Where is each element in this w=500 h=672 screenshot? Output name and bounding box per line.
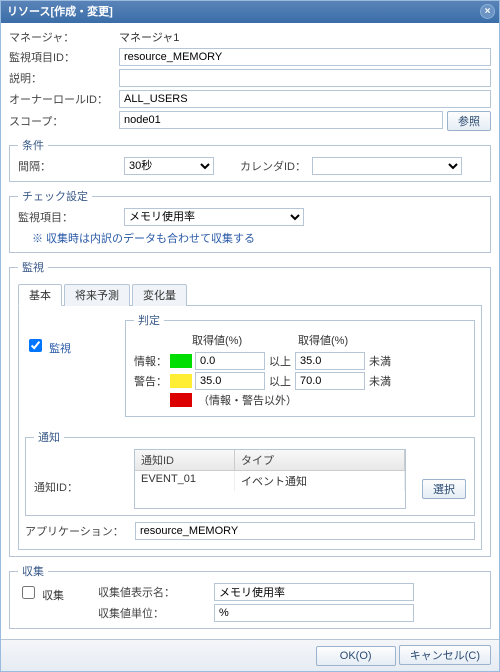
- tabs: 基本 将来予測 変化量: [18, 283, 482, 306]
- scope-browse-button[interactable]: 参照: [447, 111, 491, 131]
- application-label: アプリケーション：: [25, 523, 135, 539]
- notify-table: 通知ID タイプ EVENT_01 イベント通知: [134, 449, 406, 509]
- collect-legend: 収集: [18, 563, 48, 579]
- dialog: リソース[作成・変更] × マネージャ： マネージャ1 監視項目ID： 説明： …: [0, 0, 500, 672]
- collect-checkbox[interactable]: [22, 586, 35, 599]
- interval-select[interactable]: 30秒: [124, 157, 214, 175]
- notify-col-id: 通知ID: [135, 450, 235, 470]
- check-fieldset: チェック設定 監視項目： メモリ使用率 ※ 収集時は内訳のデータも合わせて収集す…: [9, 188, 491, 253]
- judgment-legend: 判定: [134, 312, 164, 328]
- collect-check-label: 収集: [42, 590, 64, 602]
- warn-trail: 未満: [365, 373, 391, 389]
- monitor-check-label: 監視: [49, 343, 71, 355]
- monitor-fieldset: 監視 基本 将来予測 変化量 監視 判定: [9, 259, 491, 557]
- tab-future[interactable]: 将来予測: [64, 284, 130, 306]
- tab-change[interactable]: 変化量: [132, 284, 187, 306]
- warn-high-input[interactable]: [295, 372, 365, 390]
- notify-select-button[interactable]: 選択: [422, 479, 466, 499]
- tab-basic[interactable]: 基本: [18, 284, 62, 306]
- calendar-label: カレンダID：: [240, 158, 306, 174]
- monitor-item-label: 監視項目：: [18, 209, 118, 225]
- judgment-header1: 取得値(%): [192, 332, 268, 348]
- dialog-title: リソース[作成・変更]: [7, 6, 113, 18]
- monitor-legend: 監視: [18, 259, 48, 275]
- notify-row-type: イベント通知: [235, 471, 405, 491]
- notify-fieldset: 通知 通知ID： 通知ID タイプ EVENT_01: [25, 429, 475, 516]
- critical-color-icon: [170, 393, 192, 407]
- collect-name-input[interactable]: [214, 583, 414, 601]
- monitor-checkbox[interactable]: [29, 339, 42, 352]
- notify-id-label: 通知ID：: [34, 449, 134, 495]
- desc-input[interactable]: [119, 69, 491, 87]
- warn-low-input[interactable]: [195, 372, 265, 390]
- application-input[interactable]: [135, 522, 475, 540]
- conditions-fieldset: 条件 間隔： 30秒 カレンダID：: [9, 137, 491, 182]
- manager-value: マネージャ1: [119, 29, 491, 45]
- tab-content-basic: 監視 判定 取得値(%) 取得値(%) 情報：: [18, 306, 482, 550]
- dialog-body: マネージャ： マネージャ1 監視項目ID： 説明： オーナーロールID： スコー…: [1, 23, 499, 639]
- interval-label: 間隔：: [18, 158, 118, 174]
- notify-col-type: タイプ: [235, 450, 405, 470]
- judgment-fieldset: 判定 取得値(%) 取得値(%) 情報： 以上: [125, 312, 475, 417]
- info-high-input[interactable]: [295, 352, 365, 370]
- notify-legend: 通知: [34, 429, 64, 445]
- owner-role-input[interactable]: [119, 90, 491, 108]
- cancel-button[interactable]: キャンセル(C): [399, 645, 491, 665]
- collect-unit-label: 収集値単位：: [98, 605, 208, 621]
- info-low-input[interactable]: [195, 352, 265, 370]
- calendar-select[interactable]: [312, 157, 462, 175]
- warn-label: 警告：: [134, 373, 170, 389]
- dialog-footer: OK(O) キャンセル(C): [1, 639, 499, 671]
- info-color-icon: [170, 354, 192, 368]
- ok-button[interactable]: OK(O): [316, 646, 396, 666]
- scope-label: スコープ：: [9, 113, 119, 129]
- collect-name-label: 収集値表示名：: [98, 584, 208, 600]
- check-legend: チェック設定: [18, 188, 92, 204]
- owner-role-label: オーナーロールID：: [9, 91, 119, 107]
- scope-input[interactable]: [119, 111, 443, 129]
- titlebar: リソース[作成・変更] ×: [1, 1, 499, 23]
- manager-label: マネージャ：: [9, 29, 119, 45]
- info-op: 以上: [265, 353, 295, 369]
- warn-color-icon: [170, 374, 192, 388]
- desc-label: 説明：: [9, 70, 119, 86]
- close-icon[interactable]: ×: [480, 4, 495, 19]
- warn-op: 以上: [265, 373, 295, 389]
- collect-unit-input[interactable]: [214, 604, 414, 622]
- info-label: 情報：: [134, 353, 170, 369]
- monitor-check-row[interactable]: 監視: [25, 343, 71, 355]
- judgment-header2: 取得値(%): [298, 332, 374, 348]
- collect-fieldset: 収集 収集 収集値表示名： 収集値単位：: [9, 563, 491, 629]
- collect-check-row[interactable]: 収集: [18, 590, 64, 602]
- critical-note: （情報・警告以外）: [192, 392, 297, 408]
- info-trail: 未満: [365, 353, 391, 369]
- monitor-id-label: 監視項目ID：: [9, 49, 119, 65]
- monitor-item-select[interactable]: メモリ使用率: [124, 208, 304, 226]
- monitor-id-input[interactable]: [119, 48, 491, 66]
- table-row[interactable]: EVENT_01 イベント通知: [135, 471, 405, 491]
- notify-row-id: EVENT_01: [135, 471, 235, 491]
- check-note: ※ 収集時は内訳のデータも合わせて収集する: [32, 230, 482, 246]
- conditions-legend: 条件: [18, 137, 48, 153]
